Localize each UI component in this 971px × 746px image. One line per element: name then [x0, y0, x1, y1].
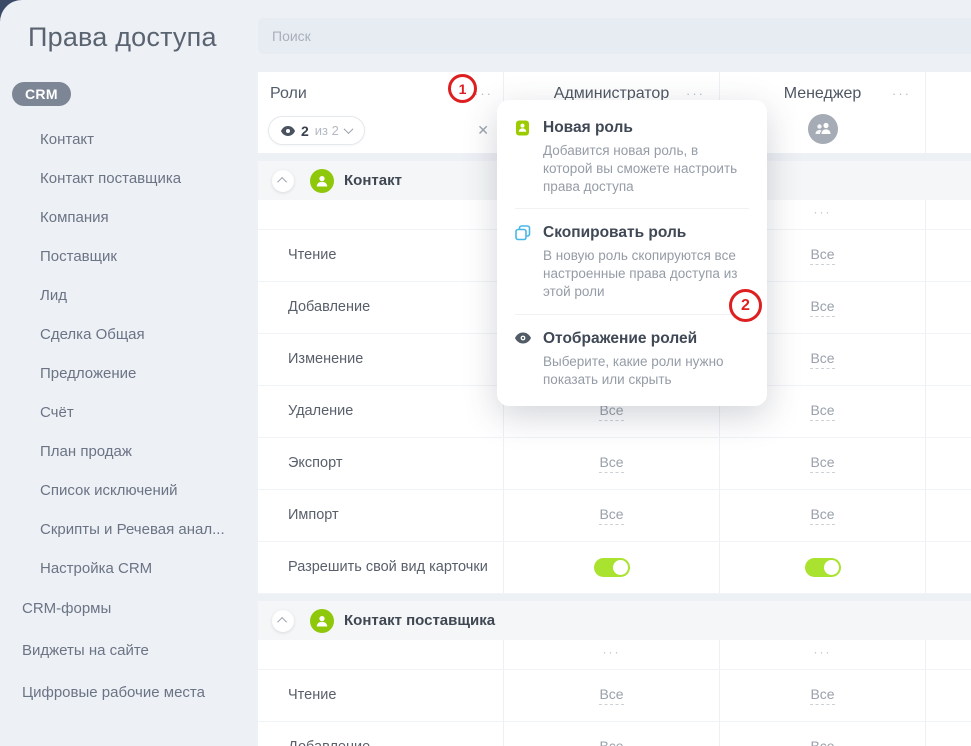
permission-value-dropdown[interactable]: Все — [810, 350, 834, 369]
section-header-kontakt-postavshchika: Контакт поставщика — [258, 601, 971, 640]
administrator-menu-icon[interactable]: ··· — [686, 87, 705, 100]
permission-row-label: Удаление — [258, 386, 503, 437]
table-row: Экспорт Все Все — [258, 438, 971, 490]
permission-value-dropdown[interactable]: Все — [810, 298, 834, 317]
new-role-icon — [515, 119, 533, 195]
chevron-down-icon — [343, 124, 353, 134]
menu-item-title: Отображение ролей — [543, 330, 749, 348]
section-person-icon — [310, 609, 334, 633]
sidebar-item-plan-prodazh[interactable]: План продаж — [0, 432, 258, 471]
permission-value-dropdown[interactable]: Все — [599, 738, 623, 746]
sidebar-item-kompaniya[interactable]: Компания — [0, 198, 258, 237]
permission-value-dropdown[interactable]: Все — [810, 738, 834, 746]
copy-role-icon — [515, 224, 533, 300]
crm-section-badge: CRM — [12, 82, 71, 106]
collapse-section-button[interactable] — [272, 610, 294, 632]
sidebar-item-lid[interactable]: Лид — [0, 276, 258, 315]
section-person-icon — [310, 169, 334, 193]
annotation-step-2: 2 — [729, 289, 762, 322]
eye-icon — [281, 126, 295, 136]
permission-value-dropdown[interactable]: Все — [810, 686, 834, 705]
roles-menu-popup: Новая роль Добавится новая роль, в котор… — [497, 100, 767, 406]
menu-item-description: Выберите, какие роли нужно показать или … — [543, 353, 749, 389]
table-row: Чтение Все Все — [258, 670, 971, 722]
permission-value-dropdown[interactable]: Все — [810, 246, 834, 265]
permission-value-dropdown[interactable]: Все — [599, 686, 623, 705]
chevron-up-icon — [277, 177, 287, 187]
roles-filter-pill[interactable]: 2 из 2 — [268, 116, 365, 145]
permission-row-label: Разрешить свой вид карточки — [258, 542, 503, 593]
card-view-toggle-on[interactable] — [594, 558, 630, 577]
permission-row-label: Экспорт — [258, 438, 503, 489]
roles-column-header: Роли — [270, 85, 307, 103]
permission-row-label: Добавление — [258, 722, 503, 746]
sidebar-item-skripty-i-rechevaya[interactable]: Скрипты и Речевая анал... — [0, 510, 258, 549]
filter-count: 2 — [301, 123, 309, 139]
sidebar-item-kontakt-postavshchika[interactable]: Контакт поставщика — [0, 159, 258, 198]
collapse-section-button[interactable] — [272, 170, 294, 192]
section-title: Контакт поставщика — [344, 612, 495, 629]
sidebar-item-nastroyka-crm[interactable]: Настройка CRM — [0, 549, 258, 588]
close-filter-icon[interactable]: ✕ — [477, 122, 489, 139]
permission-row-label: Добавление — [258, 282, 503, 333]
card-view-toggle-on[interactable] — [805, 558, 841, 577]
chevron-up-icon — [277, 617, 287, 627]
cell-menu-icon[interactable]: ··· — [504, 646, 719, 658]
extra-column — [925, 72, 971, 153]
annotation-step-1: 1 — [448, 74, 477, 103]
column-menu-row: ··· ··· — [258, 640, 971, 670]
menu-item-copy-role[interactable]: Скопировать роль В новую роль скопируютс… — [515, 209, 749, 313]
eye-icon — [515, 330, 533, 389]
menu-item-title: Скопировать роль — [543, 224, 749, 242]
page-title: Права доступа — [28, 22, 217, 53]
sidebar-item-predlozhenie[interactable]: Предложение — [0, 354, 258, 393]
search-bar[interactable] — [258, 18, 971, 54]
permission-row-label: Импорт — [258, 490, 503, 541]
permission-value-dropdown[interactable]: Все — [599, 454, 623, 473]
permission-value-dropdown[interactable]: Все — [810, 506, 834, 525]
two-person-icon — [814, 121, 832, 137]
permission-row-label: Чтение — [258, 670, 503, 721]
permission-row-label: Изменение — [258, 334, 503, 385]
menu-item-description: В новую роль скопируются все настроенные… — [543, 247, 749, 300]
sidebar-item-sdelka-obshchaya[interactable]: Сделка Общая — [0, 315, 258, 354]
sidebar-crm-nav: Контакт Контакт поставщика Компания Пост… — [0, 120, 258, 588]
menu-item-show-roles[interactable]: Отображение ролей Выберите, какие роли н… — [515, 315, 749, 402]
permission-value-dropdown[interactable]: Все — [810, 402, 834, 421]
sidebar-item-tsifrovye-rabochie-mesta[interactable]: Цифровые рабочие места — [0, 672, 258, 714]
sidebar-item-crm-formy[interactable]: CRM-формы — [0, 588, 258, 630]
permission-value-dropdown[interactable]: Все — [599, 506, 623, 525]
cell-menu-icon[interactable]: ··· — [720, 646, 925, 658]
filter-of-label: из 2 — [315, 123, 339, 138]
sidebar-root-nav: CRM-формы Виджеты на сайте Цифровые рабо… — [0, 588, 258, 714]
permission-row-label: Чтение — [258, 230, 503, 281]
access-rights-page: Права доступа CRM Контакт Контакт постав… — [0, 0, 971, 746]
table-row: Разрешить свой вид карточки — [258, 542, 971, 594]
section-title: Контакт — [344, 172, 402, 189]
table-row: Импорт Все Все — [258, 490, 971, 542]
app-window: Права доступа CRM Контакт Контакт постав… — [0, 0, 971, 746]
menu-item-title: Новая роль — [543, 119, 749, 137]
search-input[interactable] — [258, 18, 971, 54]
manager-menu-icon[interactable]: ··· — [892, 87, 911, 100]
table-row: Добавление Все Все — [258, 722, 971, 746]
sidebar-item-vidzhety-na-sayte[interactable]: Виджеты на сайте — [0, 630, 258, 672]
permission-value-dropdown[interactable]: Все — [810, 454, 834, 473]
manager-avatar — [808, 114, 838, 144]
menu-item-description: Добавится новая роль, в которой вы сможе… — [543, 142, 749, 195]
sidebar-item-spisok-isklyucheniy[interactable]: Список исключений — [0, 471, 258, 510]
sidebar-item-schyot[interactable]: Счёт — [0, 393, 258, 432]
sidebar-item-kontakt[interactable]: Контакт — [0, 120, 258, 159]
sidebar-item-postavshchik[interactable]: Поставщик — [0, 237, 258, 276]
menu-item-new-role[interactable]: Новая роль Добавится новая роль, в котор… — [515, 104, 749, 208]
sidebar: Права доступа CRM Контакт Контакт постав… — [0, 0, 258, 746]
